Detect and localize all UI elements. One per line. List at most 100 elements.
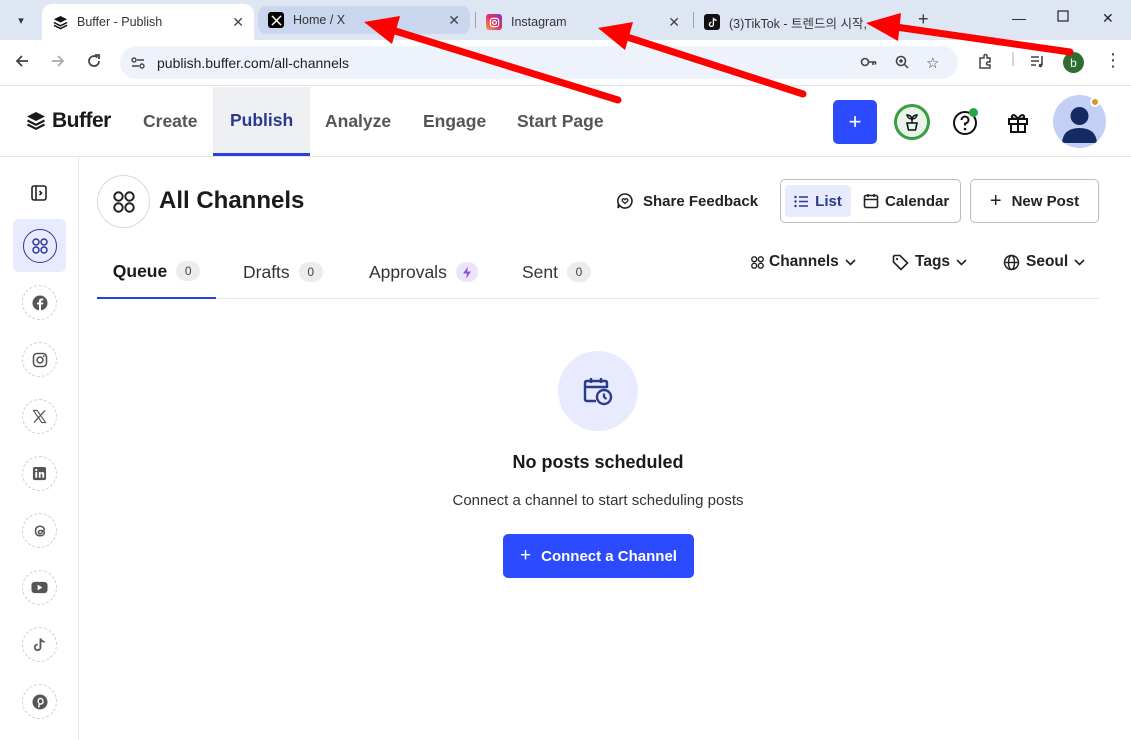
- main-content: All Channels Share Feedback List Calenda…: [79, 157, 1131, 740]
- sidebar-channel-pinterest[interactable]: [22, 684, 57, 719]
- url-text: publish.buffer.com/all-channels: [157, 55, 349, 71]
- sent-count-badge: 0: [567, 262, 591, 282]
- sidebar-channel-tiktok[interactable]: [22, 627, 57, 662]
- toolbar-divider: |: [1011, 50, 1015, 67]
- pinterest-icon: [32, 694, 47, 709]
- channels-icon: [751, 255, 764, 269]
- tab-drafts[interactable]: Drafts 0: [243, 245, 323, 299]
- new-tab-button[interactable]: +: [918, 9, 929, 30]
- linkedin-icon: [32, 466, 47, 481]
- drafts-count-badge: 0: [298, 262, 323, 282]
- share-feedback-button[interactable]: Share Feedback: [616, 192, 758, 210]
- sidebar-channel-youtube[interactable]: [22, 570, 57, 605]
- logo-text: Buffer: [52, 109, 111, 132]
- buffer-icon: [52, 14, 68, 30]
- sidebar-channel-linkedin[interactable]: [22, 456, 57, 491]
- feedback-icon: [617, 193, 633, 209]
- list-view-button[interactable]: List: [785, 185, 851, 217]
- connect-channel-button[interactable]: + Connect a Channel: [503, 534, 694, 578]
- site-settings-icon[interactable]: [130, 55, 146, 71]
- extensions-icon[interactable]: [977, 53, 994, 74]
- globe-icon: [1003, 254, 1020, 270]
- nav-engage[interactable]: Engage: [423, 87, 486, 156]
- media-control-icon[interactable]: [1029, 53, 1046, 74]
- buffer-logo[interactable]: Buffer: [26, 109, 111, 133]
- plus-icon: +: [520, 545, 532, 566]
- chevron-down-icon: [845, 258, 856, 266]
- all-channels-icon: [22, 228, 57, 263]
- close-window-icon[interactable]: ✕: [1102, 10, 1114, 27]
- page-title: All Channels: [159, 187, 305, 214]
- zoom-icon[interactable]: [894, 54, 910, 74]
- list-icon: [794, 195, 809, 207]
- sidebar-channel-threads[interactable]: [22, 513, 57, 548]
- profile-avatar[interactable]: b: [1063, 52, 1084, 73]
- avatar-status-dot: [1090, 97, 1100, 107]
- plus-icon: +: [989, 189, 1002, 212]
- tab-queue-label: Queue: [112, 260, 168, 281]
- view-toggle: List Calendar: [780, 179, 961, 223]
- nav-create[interactable]: Create: [143, 87, 197, 156]
- tab-title: Home / X: [293, 13, 346, 27]
- close-tab-icon[interactable]: ✕: [448, 12, 460, 29]
- close-tab-icon[interactable]: ✕: [668, 14, 680, 31]
- queue-count-badge: 0: [176, 261, 201, 281]
- new-post-label: New Post: [1011, 192, 1080, 210]
- browser-menu-icon[interactable]: ⋮: [1104, 50, 1122, 71]
- empty-state-illustration: [558, 351, 638, 431]
- timezone-filter[interactable]: Seoul: [1003, 253, 1085, 271]
- sidebar-all-channels[interactable]: [13, 219, 66, 272]
- facebook-icon: [32, 295, 47, 311]
- tab-title: Buffer - Publish: [77, 15, 163, 29]
- connect-channel-label: Connect a Channel: [541, 547, 677, 565]
- sidebar-channel-instagram[interactable]: [22, 342, 57, 377]
- bookmark-star-icon[interactable]: ☆: [926, 54, 939, 72]
- chevron-down-icon: [956, 258, 967, 266]
- chevron-down-icon: [1074, 258, 1085, 266]
- nav-publish[interactable]: Publish: [213, 87, 311, 156]
- all-channels-icon: [97, 175, 150, 228]
- tiktok-icon: [33, 637, 45, 651]
- tab-buffer-publish[interactable]: Buffer - Publish ✕: [42, 4, 254, 40]
- channels-filter[interactable]: Channels: [750, 253, 856, 271]
- x-icon: [268, 12, 284, 28]
- lightning-icon: [455, 262, 478, 282]
- tab-title: (3)TikTok - 트렌드의 시작,: [729, 16, 867, 31]
- nav-analyze[interactable]: Analyze: [325, 87, 391, 156]
- tags-filter[interactable]: Tags: [892, 253, 967, 271]
- nav-start-page[interactable]: Start Page: [517, 87, 604, 156]
- tab-queue[interactable]: Queue 0: [97, 245, 216, 299]
- share-feedback-label: Share Feedback: [643, 192, 759, 210]
- password-key-icon[interactable]: [860, 54, 878, 74]
- tiktok-icon: [704, 14, 720, 30]
- sidebar-channel-x[interactable]: [22, 399, 57, 434]
- calendar-view-button[interactable]: Calendar: [863, 185, 949, 217]
- tab-drafts-label: Drafts: [243, 261, 290, 282]
- close-tab-icon[interactable]: ✕: [232, 14, 244, 31]
- minimize-icon[interactable]: —: [1012, 10, 1026, 26]
- sidebar-channel-facebook[interactable]: [22, 285, 57, 320]
- omnibox[interactable]: publish.buffer.com/all-channels ☆: [120, 46, 958, 79]
- forward-icon[interactable]: [50, 53, 66, 74]
- gift-icon[interactable]: [1001, 106, 1035, 140]
- timezone-filter-label: Seoul: [1026, 253, 1069, 270]
- reload-icon[interactable]: [86, 53, 102, 74]
- browser-tab-strip: ▾ Buffer - Publish ✕ Home / X ✕ Instagra…: [0, 0, 1131, 40]
- sidebar-toggle-icon[interactable]: [30, 184, 48, 207]
- new-post-button[interactable]: + New Post: [970, 179, 1099, 223]
- instagram-icon: [32, 352, 47, 367]
- tab-sent[interactable]: Sent 0: [522, 245, 591, 299]
- maximize-icon[interactable]: [1057, 9, 1069, 25]
- back-icon[interactable]: [14, 53, 30, 74]
- tab-tiktok[interactable]: (3)TikTok - 트렌드의 시작,: [694, 4, 908, 40]
- x-icon: [32, 409, 47, 424]
- app-header: Buffer Create Publish Analyze Engage Sta…: [0, 87, 1131, 157]
- tab-instagram[interactable]: Instagram ✕: [476, 4, 690, 40]
- tags-filter-label: Tags: [915, 253, 951, 270]
- tab-approvals[interactable]: Approvals: [369, 245, 478, 299]
- help-notification-dot: [969, 108, 978, 117]
- plant-icon[interactable]: [894, 104, 930, 140]
- tab-home-x[interactable]: Home / X ✕: [258, 6, 470, 34]
- create-post-button[interactable]: +: [833, 100, 877, 144]
- tab-search-button[interactable]: ▾: [8, 7, 34, 33]
